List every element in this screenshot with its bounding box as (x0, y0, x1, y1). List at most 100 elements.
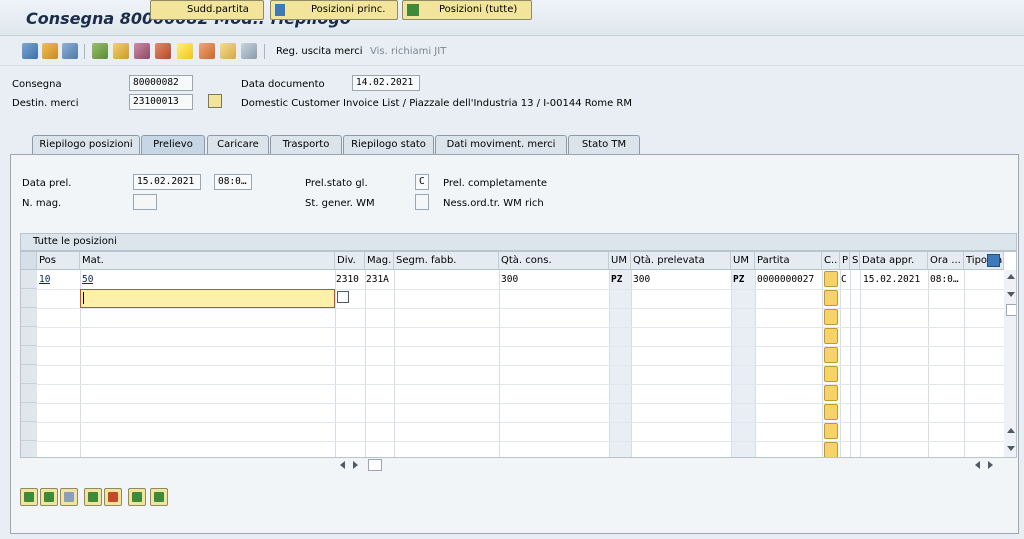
tab-riepilogo-posizioni[interactable]: Riepilogo posizioni (32, 135, 140, 155)
cell-qta-prelevata[interactable]: 300 (633, 274, 650, 285)
cell-pos[interactable]: 10 (39, 274, 50, 285)
batch-icon[interactable] (220, 43, 236, 59)
print-icon[interactable] (134, 43, 150, 59)
edit-pencil-icon[interactable] (22, 43, 38, 59)
tab-trasporto[interactable]: Trasporto (270, 135, 342, 155)
insert-row-icon[interactable] (84, 488, 102, 506)
column-header-mag[interactable]: Mag. (365, 252, 394, 270)
status-flag-button[interactable] (824, 423, 838, 439)
new-material-input[interactable] (80, 289, 335, 308)
tab-dati-moviment-merci[interactable]: Dati moviment. merci (435, 135, 567, 155)
change-icon[interactable] (42, 43, 58, 59)
row-selector[interactable] (21, 441, 37, 457)
row-selector[interactable] (21, 346, 37, 365)
column-header-div[interactable]: Div. (335, 252, 365, 270)
row-selector[interactable] (21, 308, 37, 327)
prel-stato-field[interactable]: C (415, 174, 429, 190)
status-flag-button[interactable] (824, 328, 838, 344)
column-header-ora[interactable]: Ora ... (928, 252, 964, 270)
structure-icon[interactable] (92, 43, 108, 59)
scroll-down-icon[interactable] (1007, 446, 1015, 451)
tab-prelievo[interactable]: Prelievo (141, 135, 205, 155)
status-flag-button[interactable] (824, 385, 838, 401)
details-icon[interactable] (20, 488, 38, 506)
cell-qta-cons[interactable]: 300 (501, 274, 518, 285)
row-selector[interactable] (21, 384, 37, 403)
batch-split-icon[interactable] (150, 488, 168, 506)
horizontal-scroll-thumb[interactable] (368, 459, 382, 471)
column-header-partita[interactable]: Partita (755, 252, 822, 270)
sudd-partita-button[interactable]: Sudd.partita (150, 0, 264, 20)
delete-icon[interactable] (62, 43, 78, 59)
select-all-icon[interactable] (40, 488, 58, 506)
status-flag-button[interactable] (824, 442, 838, 457)
column-settings-icon[interactable] (987, 254, 1000, 267)
column-header-data-appr[interactable]: Data appr. (860, 252, 928, 270)
row-selector[interactable] (21, 365, 37, 384)
row-selector[interactable] (21, 403, 37, 422)
tab-stato-tm[interactable]: Stato TM (568, 135, 640, 155)
tab-caricare[interactable]: Caricare (207, 135, 269, 155)
column-header-mat[interactable]: Mat. (80, 252, 335, 270)
pick-icon[interactable] (199, 43, 215, 59)
messages-icon[interactable] (155, 43, 171, 59)
documents-icon[interactable] (241, 43, 257, 59)
delete-row-icon[interactable] (104, 488, 122, 506)
scroll-down-icon[interactable] (1007, 292, 1015, 297)
reg-uscita-merci-button[interactable]: Reg. uscita merci (276, 46, 362, 57)
column-header-pos[interactable]: Pos (37, 252, 80, 270)
consegna-field[interactable]: 80000082 (129, 75, 193, 91)
row-selector[interactable] (21, 327, 37, 346)
cell-ora[interactable]: 08:0… (930, 274, 959, 285)
data-prel-field[interactable]: 15.02.2021 (133, 174, 201, 190)
data-documento-field[interactable]: 14.02.2021 (352, 75, 420, 91)
column-header-um2[interactable]: UM (731, 252, 755, 270)
column-header-p[interactable]: P (840, 252, 850, 270)
vis-richiami-jit-button[interactable]: Vis. richiami JIT (370, 46, 446, 57)
column-select-all[interactable] (21, 252, 37, 270)
column-header-s[interactable]: S (850, 252, 860, 270)
status-flag-button[interactable] (824, 404, 838, 420)
status-flag-button[interactable] (824, 347, 838, 363)
posizioni-tutte-button[interactable]: Posizioni (tutte) (402, 0, 532, 20)
scroll-up-icon[interactable] (1007, 428, 1015, 433)
scroll-thumb[interactable] (1006, 304, 1016, 316)
data-documento-label: Data documento (241, 79, 325, 90)
status-flag-button[interactable] (824, 271, 838, 287)
column-header-c[interactable]: C.. (822, 252, 840, 270)
scroll-left-icon[interactable] (340, 461, 345, 469)
column-header-qta-prelevata[interactable]: Qtà. prelevata (631, 252, 731, 270)
row-selector[interactable] (21, 422, 37, 441)
cell-div[interactable]: 2310 (336, 274, 359, 285)
status-flag-button[interactable] (824, 290, 838, 306)
posizioni-princ-button[interactable]: Posizioni princ. (270, 0, 398, 20)
scroll-right-icon[interactable] (988, 461, 993, 469)
cell-mag[interactable]: 231A (366, 274, 389, 285)
search-help-icon[interactable] (337, 291, 349, 303)
horizontal-scrollbar-left[interactable] (336, 458, 786, 472)
ora-prel-field[interactable]: 08:0… (214, 174, 252, 190)
copy-icon[interactable] (128, 488, 146, 506)
status-flag-button[interactable] (824, 366, 838, 382)
address-details-icon[interactable] (208, 94, 222, 108)
n-mag-field[interactable] (133, 194, 157, 210)
row-selector[interactable] (21, 289, 37, 308)
goods-issue-icon[interactable] (177, 43, 193, 59)
cell-data-appr[interactable]: 15.02.2021 (863, 274, 920, 285)
partner-icon[interactable] (113, 43, 129, 59)
destin-merci-field[interactable]: 23100013 (129, 94, 193, 110)
column-header-segm-fabb[interactable]: Segm. fabb. (394, 252, 499, 270)
tab-riepilogo-stato[interactable]: Riepilogo stato (343, 135, 434, 155)
cell-partita[interactable]: 0000000027 (757, 274, 814, 285)
deselect-all-icon[interactable] (60, 488, 78, 506)
scroll-left-icon[interactable] (975, 461, 980, 469)
scroll-up-icon[interactable] (1007, 274, 1015, 279)
column-header-um1[interactable]: UM (609, 252, 631, 270)
cell-mat[interactable]: 50 (82, 274, 93, 285)
st-gener-field[interactable] (415, 194, 429, 210)
scroll-right-icon[interactable] (353, 461, 358, 469)
destin-merci-label: Destin. merci (12, 98, 79, 109)
status-flag-button[interactable] (824, 309, 838, 325)
row-selector[interactable] (21, 270, 37, 289)
column-header-qta-cons[interactable]: Qtà. cons. (499, 252, 609, 270)
